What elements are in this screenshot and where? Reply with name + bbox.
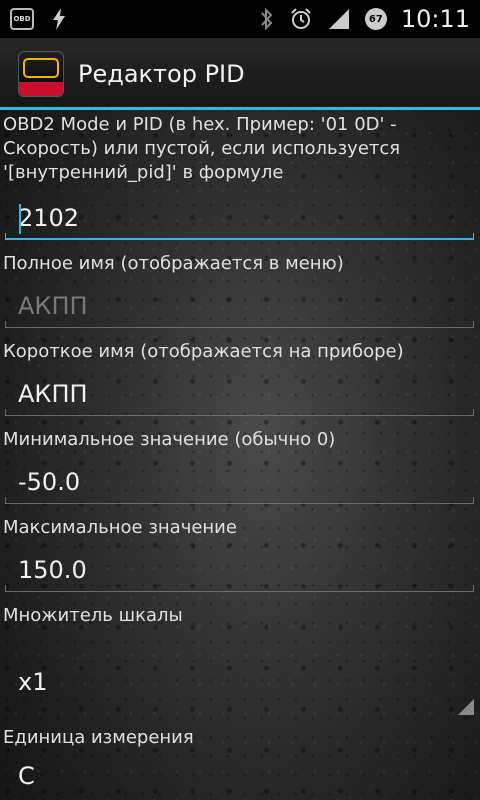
pid-input-value: 2102 bbox=[18, 204, 80, 232]
bluetooth-icon bbox=[261, 7, 273, 31]
battery-level: 67 bbox=[368, 13, 383, 25]
scale-multiplier-value: x1 bbox=[18, 668, 48, 696]
pid-input[interactable]: 2102 bbox=[5, 192, 474, 240]
status-bar: OBD 67 10:11 bbox=[0, 0, 480, 38]
obd-icon: OBD bbox=[10, 8, 34, 30]
alarm-icon bbox=[291, 8, 311, 29]
app-logo-icon[interactable] bbox=[18, 51, 64, 97]
flash-icon bbox=[53, 8, 65, 30]
full-name-input-value: АКПП bbox=[18, 292, 88, 320]
unit-label: Единица измерения bbox=[3, 727, 194, 748]
min-value-label: Минимальное значение (обычно 0) bbox=[3, 429, 336, 450]
unit-input-value: C bbox=[18, 762, 35, 790]
text-cursor bbox=[19, 204, 21, 234]
max-value-label: Максимальное значение bbox=[3, 517, 237, 538]
action-bar: Редактор PID bbox=[0, 38, 480, 110]
full-name-input[interactable]: АКПП bbox=[5, 280, 474, 328]
scale-multiplier-label: Множитель шкалы bbox=[3, 605, 183, 626]
short-name-input-value: АКПП bbox=[18, 380, 88, 408]
min-value-input-value: -50.0 bbox=[18, 468, 81, 496]
unit-input[interactable]: C bbox=[5, 750, 474, 798]
max-value-input-value: 150.0 bbox=[18, 556, 87, 584]
battery-icon: 67 bbox=[364, 8, 387, 30]
spinner-dropdown-icon bbox=[458, 699, 474, 715]
obd-icon-label: OBD bbox=[13, 15, 31, 23]
max-value-input[interactable]: 150.0 bbox=[5, 544, 474, 592]
scale-multiplier-spinner[interactable]: x1 bbox=[5, 658, 474, 716]
short-name-label: Короткое имя (отображается на приборе) bbox=[3, 341, 404, 362]
min-value-input[interactable]: -50.0 bbox=[5, 456, 474, 504]
signal-icon bbox=[328, 9, 349, 29]
full-name-label: Полное имя (отображается в меню) bbox=[3, 253, 344, 274]
page-title: Редактор PID bbox=[78, 60, 245, 88]
short-name-input[interactable]: АКПП bbox=[5, 368, 474, 416]
clock: 10:11 bbox=[400, 5, 470, 33]
pid-label: OBD2 Mode и PID (в hex. Пример: '01 0D' … bbox=[3, 114, 401, 183]
